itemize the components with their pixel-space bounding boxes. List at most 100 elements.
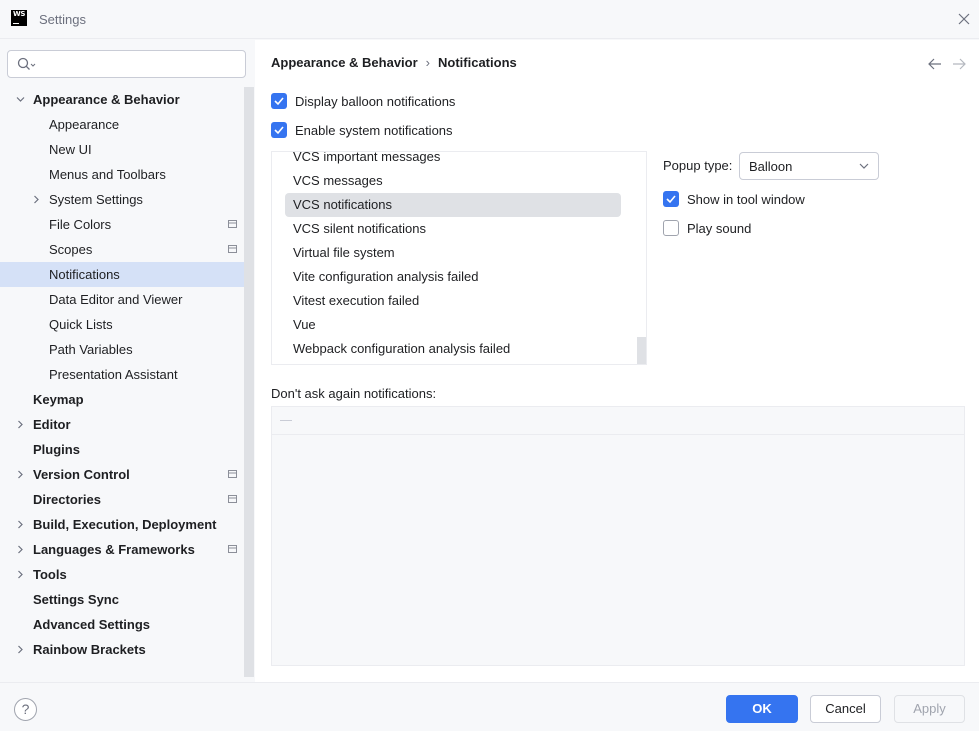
- sidebar-item-label: Scopes: [49, 242, 93, 257]
- notification-groups-list[interactable]: Webpack configuration analysis failed Vue…: [271, 151, 647, 365]
- enable-system-label[interactable]: Enable system notifications: [295, 123, 453, 138]
- sidebar-item-languages-frameworks[interactable]: Languages & Frameworks: [0, 537, 244, 562]
- sidebar-item-appearance-behavior[interactable]: Appearance & Behavior: [0, 87, 244, 112]
- popup-type-dropdown[interactable]: Balloon: [739, 152, 879, 180]
- play-sound-checkbox[interactable]: [663, 220, 679, 236]
- sidebar-item-label: Directories: [33, 492, 101, 507]
- cancel-button[interactable]: Cancel: [810, 695, 881, 723]
- close-icon[interactable]: [955, 10, 973, 28]
- breadcrumb-separator: ›: [425, 55, 431, 70]
- settings-sidebar: Appearance & Behavior Appearance New UI Men…: [0, 40, 255, 682]
- chevron-down-icon[interactable]: [16, 95, 25, 104]
- sidebar-item-label: Data Editor and Viewer: [49, 292, 183, 307]
- notification-group-item[interactable]: Webpack configuration analysis failed: [285, 337, 621, 361]
- sidebar-item-label: Settings Sync: [33, 592, 119, 607]
- empty-dash: [280, 420, 292, 421]
- sidebar-item-editor[interactable]: Editor: [0, 412, 244, 437]
- enable-system-checkbox[interactable]: [271, 122, 287, 138]
- search-field[interactable]: [7, 50, 246, 78]
- sidebar-item-label: Rainbow Brackets: [33, 642, 146, 657]
- sidebar-item-new-ui[interactable]: New UI: [0, 137, 244, 162]
- chevron-right-icon[interactable]: [16, 520, 25, 529]
- notification-group-item[interactable]: VCS notifications: [285, 193, 621, 217]
- chevron-down-icon: [859, 163, 869, 169]
- window-title: Settings: [39, 12, 86, 27]
- sidebar-item-label: System Settings: [49, 192, 143, 207]
- sidebar-item-notifications[interactable]: Notifications: [0, 262, 244, 287]
- sidebar-item-label: Appearance: [49, 117, 120, 132]
- back-arrow-icon[interactable]: [927, 57, 943, 71]
- display-balloon-checkbox[interactable]: [271, 93, 287, 109]
- notification-group-item[interactable]: Vue: [285, 313, 621, 337]
- sidebar-item-build-execution-deployment[interactable]: Build, Execution, Deployment: [0, 512, 244, 537]
- project-level-icon: [228, 470, 237, 478]
- sidebar-item-directories[interactable]: Directories: [0, 487, 244, 512]
- project-level-icon: [228, 245, 237, 253]
- breadcrumb-current: Notifications: [438, 55, 517, 70]
- notification-group-item[interactable]: VCS silent notifications: [285, 217, 621, 241]
- notification-group-item[interactable]: VCS important messages: [285, 152, 621, 169]
- sidebar-item-tools[interactable]: Tools: [0, 562, 244, 587]
- help-button[interactable]: ?: [14, 698, 37, 721]
- sidebar-item-label: Languages & Frameworks: [33, 542, 195, 557]
- show-in-tool-window-checkbox[interactable]: [663, 191, 679, 207]
- sidebar-item-scopes[interactable]: Scopes: [0, 237, 244, 262]
- sidebar-item-system-settings[interactable]: System Settings: [0, 187, 244, 212]
- sidebar-item-settings-sync[interactable]: Settings Sync: [0, 587, 244, 612]
- sidebar-item-label: Editor: [33, 417, 71, 432]
- sidebar-item-label: Menus and Toolbars: [49, 167, 166, 182]
- title-bar: WS Settings: [0, 0, 979, 39]
- settings-tree: Appearance & Behavior Appearance New UI Men…: [0, 87, 244, 662]
- sidebar-item-label: Advanced Settings: [33, 617, 151, 632]
- sidebar-item-label: Version Control: [33, 467, 130, 482]
- sidebar-item-label: Tools: [33, 567, 67, 582]
- forward-arrow-icon[interactable]: [951, 57, 967, 71]
- sidebar-item-label: Keymap: [33, 392, 84, 407]
- sidebar-item-version-control[interactable]: Version Control: [0, 462, 244, 487]
- display-balloon-label[interactable]: Display balloon notifications: [295, 94, 455, 109]
- sidebar-item-appearance[interactable]: Appearance: [0, 112, 244, 137]
- sidebar-item-rainbow-brackets[interactable]: Rainbow Brackets: [0, 637, 244, 662]
- logo-text: WS: [13, 10, 26, 18]
- sidebar-scrollbar[interactable]: [244, 87, 254, 677]
- project-level-icon: [228, 495, 237, 503]
- dialog-footer: ? OK Cancel Apply: [0, 682, 979, 731]
- sidebar-item-label: New UI: [49, 142, 92, 157]
- sidebar-item-plugins[interactable]: Plugins: [0, 437, 244, 462]
- search-input[interactable]: [42, 54, 237, 74]
- chevron-right-icon[interactable]: [16, 545, 25, 554]
- sidebar-item-label: Quick Lists: [49, 317, 113, 332]
- list-scrollbar[interactable]: [637, 337, 646, 364]
- sidebar-item-quick-lists[interactable]: Quick Lists: [0, 312, 244, 337]
- sidebar-item-label: Path Variables: [49, 342, 133, 357]
- notification-group-item[interactable]: VCS messages: [285, 169, 621, 193]
- chevron-right-icon[interactable]: [32, 195, 41, 204]
- sidebar-item-path-variables[interactable]: Path Variables: [0, 337, 244, 362]
- sidebar-item-label: Plugins: [33, 442, 80, 457]
- play-sound-label[interactable]: Play sound: [687, 221, 751, 236]
- chevron-right-icon[interactable]: [16, 420, 25, 429]
- breadcrumb-parent[interactable]: Appearance & Behavior: [271, 55, 418, 70]
- notification-group-item[interactable]: Vitest execution failed: [285, 289, 621, 313]
- sidebar-item-keymap[interactable]: Keymap: [0, 387, 244, 412]
- chevron-right-icon[interactable]: [16, 470, 25, 479]
- sidebar-item-menus-and-toolbars[interactable]: Menus and Toolbars: [0, 162, 244, 187]
- sidebar-item-data-editor-and-viewer[interactable]: Data Editor and Viewer: [0, 287, 244, 312]
- ok-button[interactable]: OK: [726, 695, 798, 723]
- notification-group-item[interactable]: Vite configuration analysis failed: [285, 265, 621, 289]
- show-in-tool-window-label[interactable]: Show in tool window: [687, 192, 805, 207]
- chevron-right-icon[interactable]: [16, 570, 25, 579]
- webstorm-logo-icon: WS: [11, 10, 27, 26]
- dont-ask-table[interactable]: [271, 406, 965, 666]
- chevron-right-icon[interactable]: [16, 645, 25, 654]
- dont-ask-table-header: [272, 407, 964, 435]
- sidebar-item-label: Notifications: [49, 267, 120, 282]
- sidebar-item-advanced-settings[interactable]: Advanced Settings: [0, 612, 244, 637]
- project-level-icon: [228, 220, 237, 228]
- sidebar-item-presentation-assistant[interactable]: Presentation Assistant: [0, 362, 244, 387]
- sidebar-item-file-colors[interactable]: File Colors: [0, 212, 244, 237]
- sidebar-item-label: File Colors: [49, 217, 112, 232]
- notification-group-item[interactable]: Virtual file system: [285, 241, 621, 265]
- apply-button[interactable]: Apply: [894, 695, 965, 723]
- search-icon: [17, 57, 36, 70]
